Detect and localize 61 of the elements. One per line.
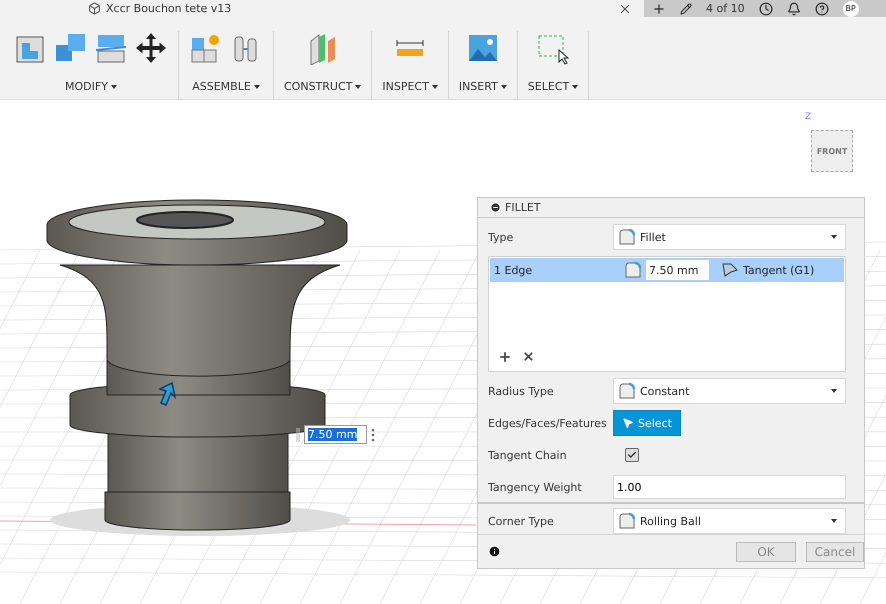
user-avatar[interactable]: BP: [842, 0, 859, 16]
dropdown-value: Rolling Ball: [640, 514, 702, 528]
info-icon[interactable]: [488, 545, 501, 558]
dropdown[interactable]: Rolling Ball: [613, 508, 846, 534]
move-icon[interactable]: [134, 31, 168, 65]
field-label: Radius Type: [488, 384, 555, 398]
caret-icon: [110, 84, 117, 88]
dialog-title: FILLET: [505, 201, 540, 214]
version-label[interactable]: 4 of 10: [706, 2, 745, 15]
field-label: Tangent Chain: [488, 448, 568, 462]
fillet-icon: [618, 382, 636, 400]
dropdown-value: Constant: [640, 384, 690, 398]
edge-row[interactable]: 1 Edge 7.50 mm Tangent (G1): [490, 258, 844, 282]
input-field[interactable]: 1.00: [613, 475, 846, 500]
bell-icon[interactable]: [786, 2, 801, 16]
toolbar-menu[interactable]: INSERT: [458, 80, 507, 93]
toolbar-menu[interactable]: CONSTRUCT: [284, 80, 362, 93]
remove-icon[interactable]: [522, 350, 535, 364]
caret-icon: [831, 235, 837, 240]
fillet-icon: [618, 512, 636, 530]
dropdown[interactable]: Constant: [613, 378, 846, 404]
toolbar-menu[interactable]: INSPECT: [382, 80, 438, 93]
caret-icon: [831, 389, 837, 394]
view-cube[interactable]: FRONT: [811, 130, 853, 172]
toolbar-menu[interactable]: ASSEMBLE: [192, 80, 260, 93]
add-icon[interactable]: [498, 350, 512, 364]
field-label: Tangency Weight: [488, 480, 583, 494]
collapse-icon[interactable]: [490, 202, 501, 214]
fillet-icon: [624, 261, 642, 280]
grip-icon[interactable]: [296, 428, 300, 442]
field-label: Edges/Faces/Features: [488, 416, 608, 430]
axis-label: Z: [805, 112, 812, 122]
toolbar-menu[interactable]: MODIFY: [65, 80, 117, 93]
check-icon: [627, 450, 637, 460]
caret-icon: [432, 84, 438, 88]
continuity-value: Tangent (G1): [743, 264, 814, 277]
field-label: Corner Type: [488, 514, 555, 528]
pointer-icon: [622, 417, 634, 430]
new-tab-icon[interactable]: [652, 2, 666, 16]
more-icon[interactable]: [371, 428, 375, 442]
clock-icon[interactable]: [758, 2, 773, 16]
dropdown[interactable]: Fillet: [613, 224, 846, 250]
checkbox[interactable]: [625, 448, 639, 462]
caret-icon: [572, 84, 578, 88]
document-title: Xccr Bouchon tete v13: [106, 1, 232, 16]
caret-icon: [831, 519, 837, 524]
dropdown-value: Fillet: [640, 230, 667, 244]
caret-icon: [254, 84, 260, 88]
dimension-field[interactable]: 7.50 mm: [304, 425, 367, 444]
tangent-icon: [721, 262, 739, 278]
caret-icon: [355, 84, 362, 88]
help-icon[interactable]: [814, 2, 829, 16]
pencil-icon: [680, 2, 692, 14]
field-label: Type: [488, 230, 514, 244]
caret-icon: [500, 84, 507, 88]
cube-icon: [88, 2, 101, 15]
radius-field[interactable]: 7.50 mm: [646, 260, 709, 280]
edge-label: 1 Edge: [494, 264, 534, 277]
arrow-icon[interactable]: [158, 382, 176, 406]
toolbar-menu[interactable]: SELECT: [528, 80, 578, 93]
fillet-icon: [618, 228, 636, 246]
